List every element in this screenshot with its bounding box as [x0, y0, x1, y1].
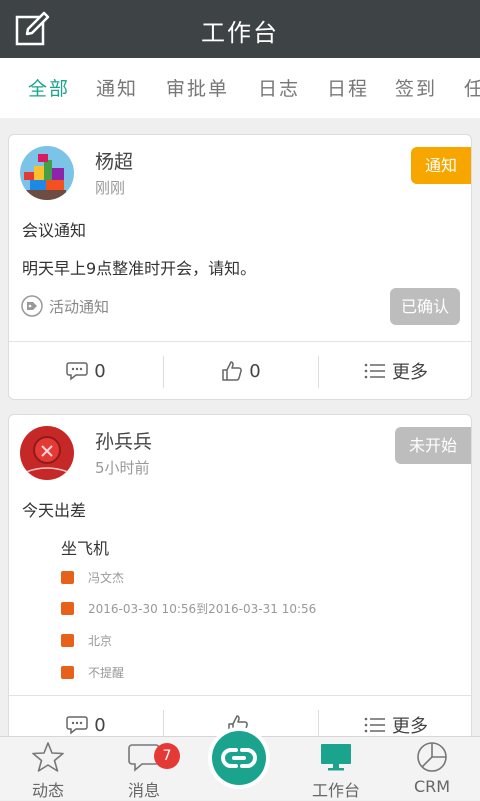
nav-crm[interactable]: CRM	[384, 737, 480, 801]
tag-label: 活动通知	[49, 297, 110, 316]
post-time: 刚刚	[95, 179, 126, 197]
nav-label: CRM	[413, 777, 451, 796]
feed-card-schedule[interactable]: 孙兵兵 5小时前 未开始 今天出差 坐飞机 冯文杰 2016-03-30 10:…	[8, 414, 472, 754]
post-title: 今天出差	[22, 501, 87, 520]
link-icon	[221, 748, 257, 768]
nav-feed[interactable]: 动态	[0, 737, 96, 801]
bullet-square	[61, 602, 74, 615]
post-title: 会议通知	[22, 221, 87, 240]
filter-tabs: 全部 通知 审批单 日志 日程 签到 任	[0, 58, 480, 118]
detail-item: 不提醒	[61, 664, 124, 681]
unread-badge: 7	[154, 743, 180, 769]
tab-all[interactable]: 全部	[28, 74, 70, 101]
tab-approval[interactable]: 审批单	[166, 74, 229, 101]
comment-count: 0	[94, 714, 106, 736]
tab-notice[interactable]: 通知	[96, 74, 138, 101]
comment-icon	[66, 716, 89, 735]
top-bar: 工作台	[0, 0, 480, 58]
confirmed-button[interactable]: 已确认	[390, 288, 460, 325]
bullet-square	[61, 634, 74, 647]
center-button-core	[212, 731, 266, 785]
type-badge: 通知	[410, 147, 471, 184]
status-badge: 未开始	[394, 427, 471, 464]
post-content: 明天早上9点整准时开会，请知。	[22, 259, 257, 278]
detail-item: 北京	[61, 632, 112, 649]
nav-label: 消息	[127, 781, 160, 800]
tab-checkin[interactable]: 签到	[395, 74, 437, 101]
nav-workbench[interactable]: 工作台	[288, 737, 384, 801]
comment-count: 0	[94, 360, 106, 382]
nav-label: 工作台	[311, 781, 360, 800]
tab-schedule[interactable]: 日程	[327, 74, 369, 101]
tag-row: 活动通知	[21, 295, 109, 317]
bullet-square	[61, 666, 74, 679]
like-button[interactable]: 0	[164, 342, 318, 399]
pie-chart-icon	[417, 742, 447, 772]
detail-item: 冯文杰	[61, 569, 124, 586]
nav-label: 动态	[31, 781, 64, 800]
comment-button[interactable]: 0	[9, 342, 163, 399]
card-actions: 0 0 更多	[9, 341, 471, 399]
avatar[interactable]	[20, 426, 74, 480]
more-label: 更多	[392, 716, 428, 737]
thumbs-up-icon	[222, 361, 243, 381]
star-icon	[32, 742, 64, 772]
schedule-subtitle: 坐飞机	[61, 539, 110, 558]
list-icon	[364, 363, 385, 379]
more-label: 更多	[392, 362, 428, 383]
page-title: 工作台	[201, 19, 279, 47]
tag-icon	[21, 295, 43, 317]
tab-log[interactable]: 日志	[258, 74, 300, 101]
post-time: 5小时前	[95, 459, 150, 477]
detail-item: 2016-03-30 10:56到2016-03-31 10:56	[61, 600, 316, 617]
feed-card-notice[interactable]: 杨超 刚刚 通知 会议通知 明天早上9点整准时开会，请知。 活动通知 已确认 0…	[8, 134, 472, 400]
tab-task[interactable]: 任	[464, 74, 480, 101]
comment-icon	[66, 362, 89, 381]
like-count: 0	[249, 360, 261, 382]
avatar[interactable]	[20, 146, 74, 200]
author-name: 杨超	[95, 151, 134, 173]
center-action-button[interactable]	[208, 727, 270, 789]
bullet-square	[61, 571, 74, 584]
more-button[interactable]: 更多	[319, 342, 471, 399]
nav-messages[interactable]: 7 消息	[96, 737, 192, 801]
author-name: 孙兵兵	[95, 431, 153, 453]
monitor-icon	[321, 744, 351, 771]
list-icon	[364, 717, 385, 733]
